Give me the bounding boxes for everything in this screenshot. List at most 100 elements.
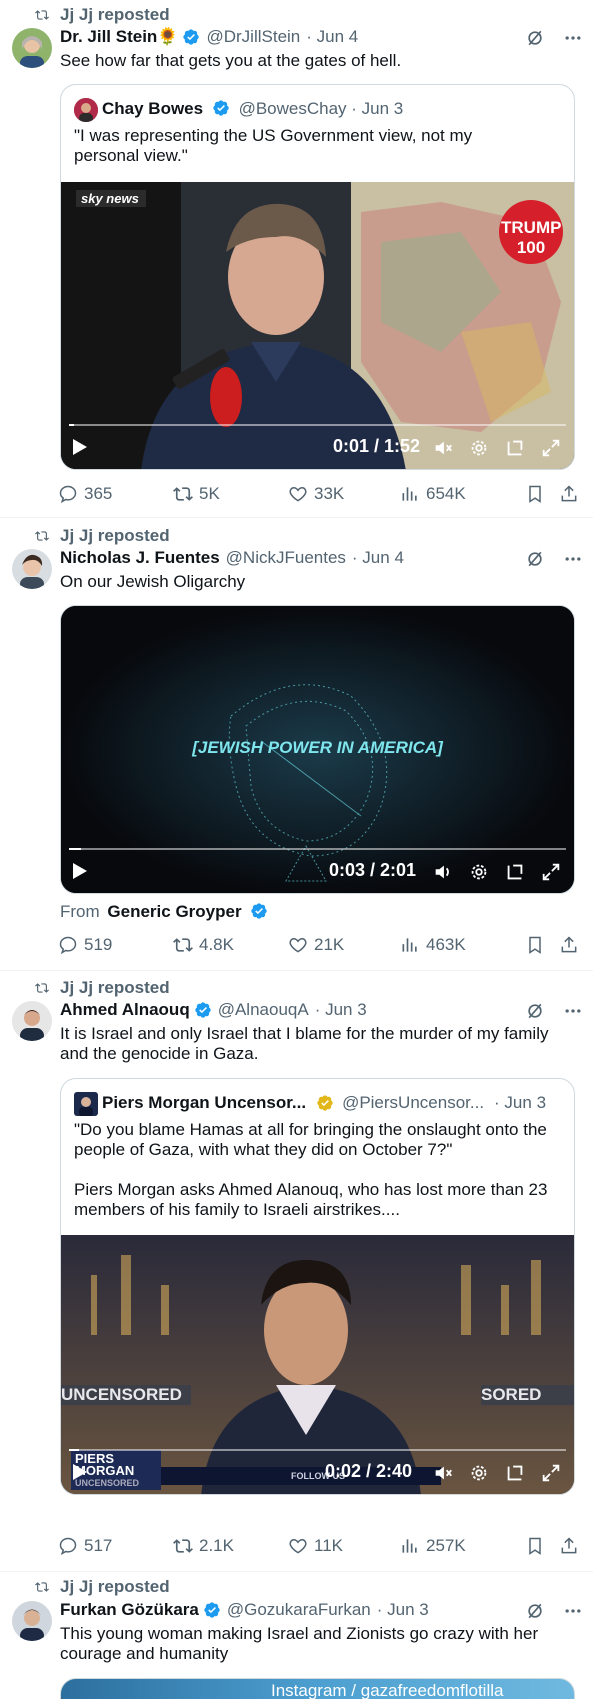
author-handle[interactable]: @NickJFuentes bbox=[226, 548, 346, 568]
grok-icon[interactable] bbox=[525, 549, 545, 574]
avatar[interactable] bbox=[12, 1601, 52, 1641]
share-icon bbox=[561, 1537, 577, 1554]
author-handle[interactable]: @GozukaraFurkan bbox=[227, 1600, 371, 1620]
tweet-text: It is Israel and only Israel that I blam… bbox=[60, 1024, 549, 1063]
views-button[interactable]: 463K bbox=[400, 935, 525, 955]
grok-icon[interactable] bbox=[525, 1001, 545, 1026]
video-progress[interactable] bbox=[69, 424, 566, 426]
video-progress[interactable] bbox=[69, 848, 566, 850]
more-icon[interactable] bbox=[563, 28, 583, 53]
play-icon[interactable] bbox=[73, 1464, 87, 1480]
reply-button[interactable]: 519 bbox=[58, 935, 173, 955]
from-name[interactable]: Generic Groyper bbox=[107, 902, 241, 921]
verified-icon bbox=[195, 1002, 211, 1018]
tweet-date[interactable]: · Jun 3 bbox=[377, 1600, 429, 1620]
like-button[interactable]: 11K bbox=[288, 1536, 400, 1556]
heart-icon bbox=[289, 937, 307, 953]
avatar[interactable] bbox=[12, 549, 52, 589]
view-count: 654K bbox=[426, 484, 466, 503]
fullscreen-icon[interactable] bbox=[540, 861, 562, 883]
mute-icon[interactable] bbox=[432, 1462, 454, 1484]
media-preview[interactable]: Instagram / gazafreedomflotilla bbox=[60, 1678, 575, 1699]
repost-count: 2.1K bbox=[199, 1536, 234, 1555]
share-icon bbox=[561, 485, 577, 502]
grok-icon[interactable] bbox=[525, 28, 545, 53]
author-name[interactable]: Nicholas J. Fuentes bbox=[60, 548, 220, 568]
pip-icon[interactable] bbox=[504, 861, 526, 883]
bookmark-button[interactable] bbox=[525, 935, 559, 955]
quote-text-2: Piers Morgan asks Ahmed Alanouq, who has… bbox=[74, 1180, 548, 1219]
author-name[interactable]: Furkan Gözükara bbox=[60, 1600, 199, 1620]
quote-handle: @BowesChay bbox=[238, 99, 347, 118]
fullscreen-icon[interactable] bbox=[540, 437, 562, 459]
tweet-nick-fuentes[interactable]: Jj Jj reposted Nicholas J. Fuentes @Nick… bbox=[0, 518, 593, 971]
tweet-date[interactable]: · Jun 4 bbox=[352, 548, 404, 568]
avatar[interactable] bbox=[12, 1001, 52, 1041]
author-handle[interactable]: @DrJillStein bbox=[206, 27, 300, 47]
repost-label[interactable]: Jj Jj reposted bbox=[60, 1577, 170, 1597]
pip-icon[interactable] bbox=[504, 1462, 526, 1484]
quoted-tweet[interactable]: Chay Bowes @BowesChay · Jun 3 "I was rep… bbox=[60, 84, 575, 470]
video-player[interactable]: [JEWISH POWER IN AMERICA] 0:03 / 2:01 bbox=[60, 605, 575, 894]
repost-icon bbox=[35, 10, 49, 20]
author-name[interactable]: Ahmed Alnaouq bbox=[60, 1000, 190, 1020]
verified-icon bbox=[183, 29, 200, 45]
repost-indicator: Jj Jj reposted bbox=[34, 526, 170, 546]
repost-button[interactable]: 2.1K bbox=[173, 1536, 288, 1556]
reply-button[interactable]: 365 bbox=[58, 484, 173, 504]
mute-icon[interactable] bbox=[432, 437, 454, 459]
video-player[interactable]: sky news TRUMP 100 0:01 / 1:52 bbox=[61, 182, 574, 469]
repost-label[interactable]: Jj Jj reposted bbox=[60, 526, 170, 546]
tweet-actions: 365 5K 33K 654K bbox=[58, 484, 583, 504]
video-controls: 0:01 / 1:52 bbox=[61, 409, 574, 469]
quoted-tweet[interactable]: Piers Morgan Uncensor... @PiersUncensor.… bbox=[60, 1078, 575, 1495]
tweet-jill-stein[interactable]: Jj Jj reposted Dr. Jill Stein🌻 @DrJillSt… bbox=[0, 0, 593, 518]
tweet-date[interactable]: · Jun 4 bbox=[306, 27, 358, 47]
share-button[interactable] bbox=[559, 935, 579, 955]
author-handle[interactable]: @AlnaouqA bbox=[218, 1000, 309, 1020]
repost-button[interactable]: 5K bbox=[173, 484, 288, 504]
more-icon[interactable] bbox=[563, 1601, 583, 1626]
view-count: 463K bbox=[426, 935, 466, 954]
tweet-furkan-gozukara[interactable]: Jj Jj reposted Furkan Gözükara @Gozukara… bbox=[0, 1572, 593, 1699]
fullscreen-icon[interactable] bbox=[540, 1462, 562, 1484]
bookmark-button[interactable] bbox=[525, 484, 559, 504]
avatar[interactable] bbox=[12, 28, 52, 68]
video-progress[interactable] bbox=[69, 1449, 566, 1451]
repost-label[interactable]: Jj Jj reposted bbox=[60, 978, 170, 998]
repost-icon bbox=[35, 983, 49, 993]
settings-icon[interactable] bbox=[468, 1462, 490, 1484]
like-button[interactable]: 21K bbox=[288, 935, 400, 955]
views-button[interactable]: 654K bbox=[400, 484, 525, 504]
show-badge: TRUMP 100 bbox=[501, 218, 562, 257]
repost-label[interactable]: Jj Jj reposted bbox=[60, 5, 170, 25]
play-icon[interactable] bbox=[73, 439, 87, 455]
views-button[interactable]: 257K bbox=[400, 1536, 525, 1556]
quote-handle: @PiersUncensor... bbox=[342, 1093, 485, 1112]
more-icon[interactable] bbox=[563, 1001, 583, 1026]
share-button[interactable] bbox=[559, 484, 579, 504]
from-label: From bbox=[60, 902, 100, 921]
play-icon[interactable] bbox=[73, 863, 87, 879]
pip-icon[interactable] bbox=[504, 437, 526, 459]
more-icon[interactable] bbox=[563, 549, 583, 574]
quote-date: · Jun 3 bbox=[494, 1093, 547, 1112]
settings-icon[interactable] bbox=[468, 861, 490, 883]
like-button[interactable]: 33K bbox=[288, 484, 400, 504]
settings-icon[interactable] bbox=[468, 437, 490, 459]
video-player[interactable]: UNCENSORED SORED PIERS MORGAN UNCENSORED… bbox=[61, 1235, 574, 1494]
media-source[interactable]: From Generic Groyper bbox=[60, 902, 268, 922]
author-name[interactable]: Dr. Jill Stein🌻 bbox=[60, 27, 178, 47]
repost-button[interactable]: 4.8K bbox=[173, 935, 288, 955]
reply-icon bbox=[59, 936, 77, 955]
grok-icon[interactable] bbox=[525, 1601, 545, 1626]
tweet-ahmed-alnaouq[interactable]: Jj Jj reposted Ahmed Alnaouq @AlnaouqA ·… bbox=[0, 971, 593, 1572]
tweet-text: See how far that gets you at the gates o… bbox=[60, 51, 402, 70]
quote-author: Piers Morgan Uncensor... bbox=[102, 1093, 307, 1112]
reply-button[interactable]: 517 bbox=[58, 1536, 173, 1556]
volume-icon[interactable] bbox=[432, 861, 454, 883]
share-button[interactable] bbox=[559, 1536, 579, 1556]
bookmark-button[interactable] bbox=[525, 1536, 559, 1556]
tweet-date[interactable]: · Jun 3 bbox=[315, 1000, 367, 1020]
verified-icon bbox=[204, 1602, 220, 1618]
